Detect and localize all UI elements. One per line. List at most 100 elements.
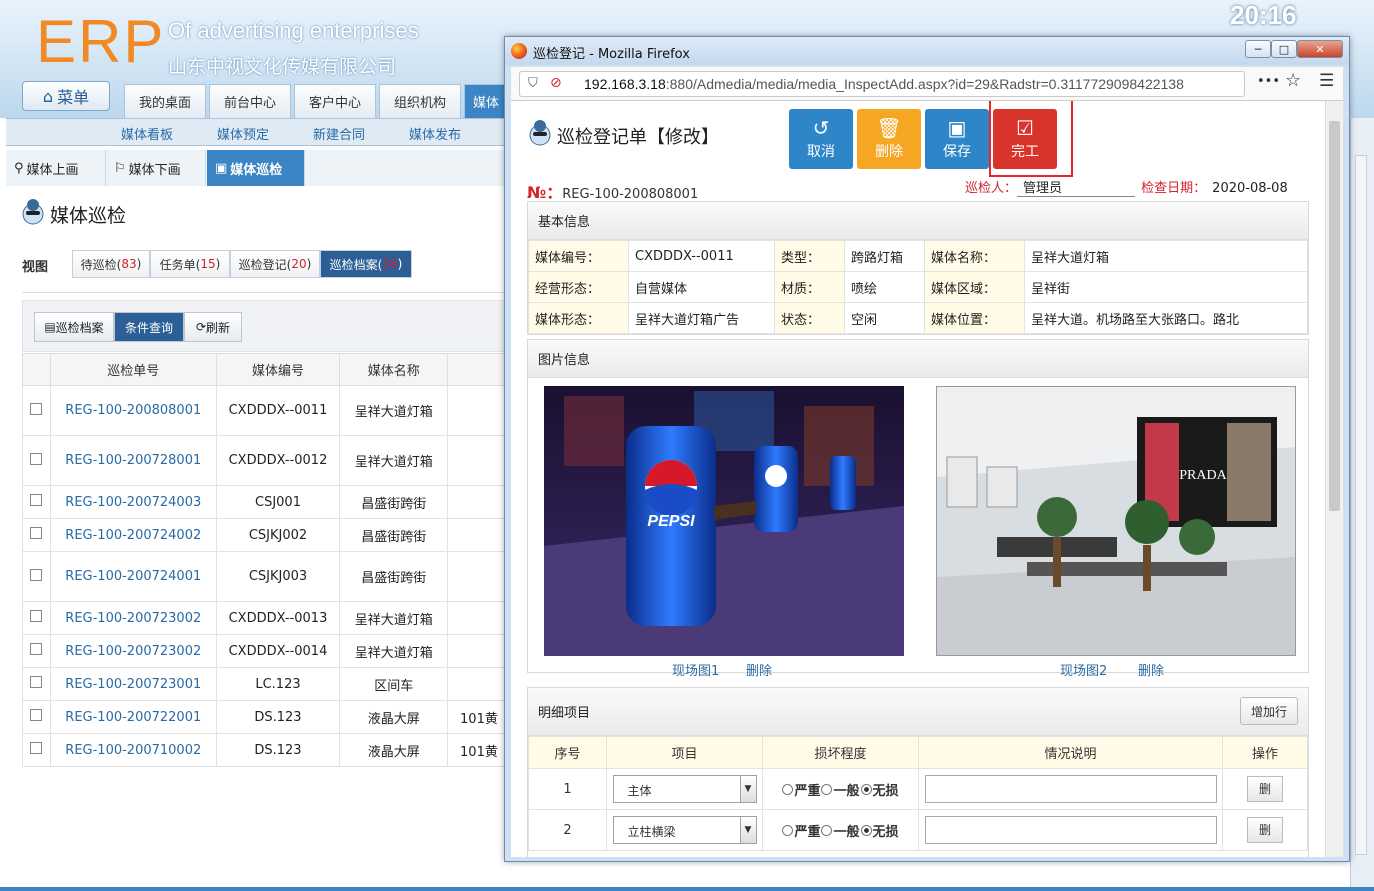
view-tab-paren: ) (215, 257, 221, 271)
row-checkbox[interactable] (30, 610, 43, 622)
severity-radio-normal[interactable] (821, 783, 833, 795)
table-row[interactable]: REG-100-200723001 LC.123 区间车 (22, 667, 505, 701)
shield-icon[interactable]: ⛉ (528, 76, 538, 91)
view-tab-archive[interactable]: 巡检档案(28) (320, 250, 412, 278)
subnav-media-publish[interactable]: 媒体发布 (409, 124, 461, 143)
inspector-value[interactable]: 管理员 (1017, 177, 1136, 197)
severity-radio-normal[interactable] (821, 824, 833, 836)
cell-inspect-no[interactable]: REG-100-200724001 (49, 551, 217, 602)
cell-inspect-no[interactable]: REG-100-200723001 (49, 667, 217, 701)
cancel-button[interactable]: ↺ 取消 (789, 109, 853, 169)
photo-delete-1[interactable]: 删除 (746, 660, 772, 679)
photo-site-2[interactable]: PRADA (936, 386, 1296, 656)
scrollbar-thumb[interactable] (1329, 121, 1340, 511)
view-tab-register[interactable]: 巡检登记(20) (230, 250, 320, 278)
trash-icon: 🗑 (876, 116, 902, 140)
row-delete-button[interactable]: 删 (1247, 817, 1283, 843)
detail-header-note: 情况说明 (918, 736, 1223, 769)
severity-radio-severe[interactable] (782, 783, 794, 795)
erp-subtitle: Of advertising enterprises (168, 18, 419, 43)
row-checkbox[interactable] (30, 568, 43, 581)
row-checkbox[interactable] (30, 709, 43, 721)
row-checkbox[interactable] (30, 527, 43, 539)
view-tab-tasks[interactable]: 任务单(15) (150, 250, 230, 278)
tab-media-down[interactable]: ⚐ 媒体下画 (106, 150, 206, 186)
row-checkbox[interactable] (30, 742, 43, 754)
hamburger-menu-icon[interactable]: ☰ (1319, 71, 1334, 91)
url-text: 192.168.3.18:880/Admedia/media/media_Ins… (584, 76, 1184, 92)
tab-label: 媒体巡检 (230, 162, 283, 178)
date-value[interactable]: 2020-08-08 (1206, 181, 1302, 196)
cell-inspect-no[interactable]: REG-100-200723002 (49, 601, 217, 635)
severity-radio-severe[interactable] (782, 824, 794, 836)
photo-caption-2[interactable]: 现场图2 (1060, 660, 1107, 679)
top-tab-desktop[interactable]: 我的桌面 (124, 84, 206, 118)
severity-radio-none[interactable] (860, 783, 872, 795)
table-row[interactable]: REG-100-200723002 CXDDDX--0014 呈祥大道灯箱 (22, 634, 505, 668)
insecure-lock-icon[interactable]: ⊘ (550, 75, 562, 91)
row-checkbox[interactable] (30, 452, 43, 465)
page-scrollbar[interactable] (1355, 155, 1367, 855)
top-tab-media[interactable]: 媒体 (464, 84, 508, 118)
table-row[interactable]: REG-100-200722001 DS.123 液晶大屏 101黄 (22, 700, 505, 734)
table-row[interactable]: REG-100-200808001 CXDDDX--0011 呈祥大道灯箱 (22, 385, 505, 436)
row-checkbox[interactable] (30, 676, 43, 688)
table-row[interactable]: REG-100-200710002 DS.123 液晶大屏 101黄 (22, 733, 505, 767)
save-button[interactable]: ▣ 保存 (925, 109, 989, 169)
basic-info-label: 材质： (774, 271, 845, 303)
refresh-button[interactable]: ⟳ 刷新 (184, 312, 242, 342)
cell-inspect-no[interactable]: REG-100-200724002 (49, 518, 217, 552)
cell-inspect-no[interactable]: REG-100-200722001 (49, 700, 217, 734)
top-tab-customer[interactable]: 客户中心 (294, 84, 376, 118)
chevron-down-icon[interactable]: ▼ (739, 817, 756, 843)
delete-button[interactable]: 🗑 删除 (857, 109, 921, 169)
subnav-media-board[interactable]: 媒体看板 (121, 124, 173, 143)
severity-radio-none[interactable] (860, 824, 872, 836)
chevron-down-icon[interactable]: ▼ (739, 776, 756, 802)
view-tab-pending[interactable]: 待巡检(83) (72, 250, 150, 278)
top-tab-front[interactable]: 前台中心 (209, 84, 291, 118)
cell-inspect-no[interactable]: REG-100-200724003 (49, 485, 217, 519)
cell-inspect-no[interactable]: REG-100-200808001 (49, 385, 217, 436)
close-button[interactable]: ✕ (1297, 40, 1343, 58)
table-row[interactable]: REG-100-200724001 CSJKJ003 昌盛街跨街 (22, 551, 505, 602)
photo-site-1[interactable]: PEPSI (544, 386, 904, 656)
item-select[interactable]: 立柱横梁 ▼ (612, 816, 757, 844)
cell-inspect-no[interactable]: REG-100-200710002 (49, 733, 217, 767)
cell-inspect-no[interactable]: REG-100-200728001 (49, 435, 217, 486)
row-checkbox[interactable] (30, 643, 43, 655)
cell-extra (447, 518, 505, 552)
vertical-scrollbar[interactable] (1325, 101, 1343, 857)
bookmark-star-icon[interactable]: ☆ (1285, 70, 1301, 91)
table-row[interactable]: REG-100-200728001 CXDDDX--0012 呈祥大道灯箱 (22, 435, 505, 486)
note-input[interactable] (924, 816, 1217, 844)
maximize-button[interactable]: □ (1271, 40, 1297, 58)
query-button[interactable]: 条件查询 (114, 312, 184, 342)
url-toolbar: ⛉ ⊘ 192.168.3.18:880/Admedia/media/media… (511, 67, 1343, 101)
photo-caption-1[interactable]: 现场图1 (672, 660, 719, 679)
window-titlebar[interactable]: 巡检登记 - Mozilla Firefox ─ □ ✕ (505, 37, 1349, 65)
top-tab-org[interactable]: 组织机构 (379, 84, 461, 118)
minimize-button[interactable]: ─ (1245, 40, 1271, 58)
table-row[interactable]: REG-100-200724002 CSJKJ002 昌盛街跨街 (22, 518, 505, 552)
photo-delete-2[interactable]: 删除 (1138, 660, 1164, 679)
cell-media-name: 昌盛街跨街 (339, 485, 449, 519)
cell-inspect-no[interactable]: REG-100-200723002 (49, 634, 217, 668)
more-icon[interactable]: ••• (1257, 74, 1280, 89)
table-row[interactable]: REG-100-200723002 CXDDDX--0013 呈祥大道灯箱 (22, 601, 505, 635)
menu-button[interactable]: ⌂ 菜单 (22, 81, 110, 111)
basic-info-value: 自营媒体 (628, 271, 775, 303)
tab-media-inspect[interactable]: ▣ 媒体巡检 (207, 150, 305, 186)
row-checkbox[interactable] (30, 494, 43, 506)
archive-button[interactable]: ▤ 巡检档案 (34, 312, 114, 342)
subnav-media-booking[interactable]: 媒体预定 (217, 124, 269, 143)
row-checkbox[interactable] (30, 402, 43, 415)
table-row[interactable]: REG-100-200724003 CSJ001 昌盛街跨街 (22, 485, 505, 519)
item-select[interactable]: 主体 ▼ (612, 775, 757, 803)
row-delete-button[interactable]: 删 (1247, 776, 1283, 802)
note-input[interactable] (924, 775, 1217, 803)
add-row-button[interactable]: 增加行 (1240, 697, 1298, 725)
subnav-new-contract[interactable]: 新建合同 (313, 124, 365, 143)
url-input[interactable]: ⛉ ⊘ 192.168.3.18:880/Admedia/media/media… (519, 71, 1245, 97)
tab-media-up[interactable]: ⚲ 媒体上画 (6, 150, 106, 186)
